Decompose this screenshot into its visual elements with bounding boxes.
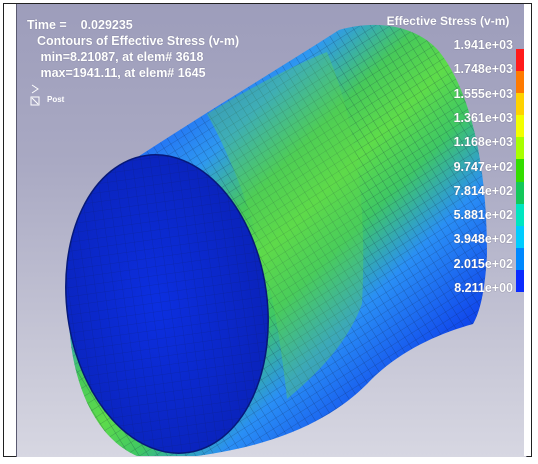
legend-value: 9.747e+02 [453, 159, 513, 174]
legend-value: 1.361e+03 [453, 110, 513, 125]
legend-value: 3.948e+02 [453, 232, 513, 247]
legend-value: 1.748e+03 [453, 62, 513, 77]
legend-value: 1.555e+03 [453, 86, 513, 101]
legend-title: Effective Stress (v-m) [386, 14, 510, 28]
legend-value: 5.881e+02 [453, 208, 513, 223]
graphics-viewport[interactable]: Time = 0.029235 Contours of Effective St… [16, 4, 527, 457]
time-readout: Time = 0.029235 [27, 18, 133, 32]
min-readout: min=8.21087, at elem# 3618 [37, 50, 204, 64]
legend-value: 7.814e+02 [453, 183, 513, 198]
legend-value: 1.941e+03 [453, 38, 513, 52]
legend-value: 8.211e+00 [454, 281, 513, 295]
max-readout: max=1941.11, at elem# 1645 [37, 66, 206, 80]
window-frame: Time = 0.029235 Contours of Effective St… [3, 3, 532, 457]
contour-title: Contours of Effective Stress (v-m) [37, 34, 240, 48]
frame-edge [524, 4, 531, 456]
legend-value: 1.168e+03 [453, 135, 513, 150]
post-label: Post [47, 95, 65, 104]
legend-value: 2.015e+02 [453, 256, 513, 271]
